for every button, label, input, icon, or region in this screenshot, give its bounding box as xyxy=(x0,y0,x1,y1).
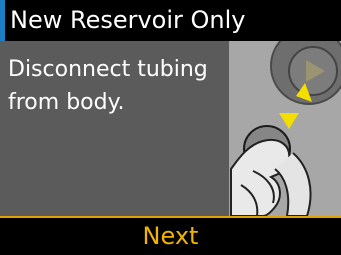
title-accent-bar xyxy=(0,0,5,41)
title-bar: New Reservoir Only xyxy=(0,0,341,41)
instruction-text: Disconnect tubing from body. xyxy=(8,57,208,115)
pump-screen: New Reservoir Only Disconnect tubing fro… xyxy=(0,0,341,255)
disconnect-tubing-illustration-icon xyxy=(229,27,341,217)
illustration-graphic xyxy=(229,27,341,217)
page-title: New Reservoir Only xyxy=(10,6,246,34)
next-button-label: Next xyxy=(142,222,199,250)
next-button[interactable]: Next xyxy=(0,218,341,255)
